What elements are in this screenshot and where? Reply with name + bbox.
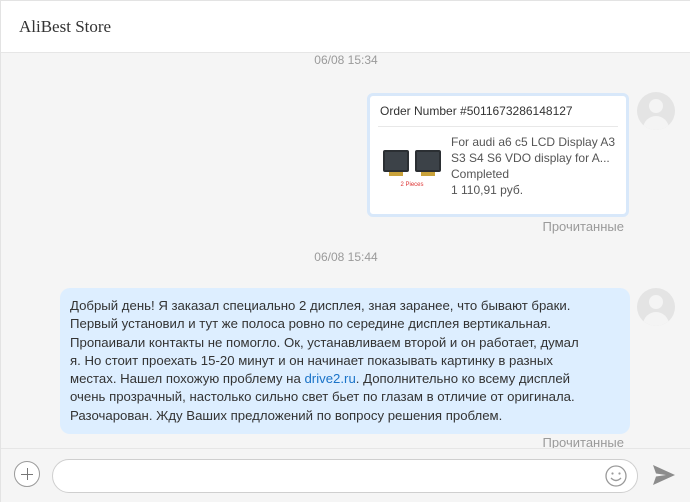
timestamp: 06/08 15:44 — [314, 250, 378, 264]
store-title[interactable]: AliBest Store — [19, 17, 111, 37]
message-text: . Дополнительно ко всему дисплей — [355, 371, 571, 387]
thumb-caption: 2 Pieces — [400, 182, 423, 188]
message-line: Разочарован. Жду Ваших предложений по во… — [70, 407, 503, 423]
timestamp: 06/08 15:34 — [314, 53, 378, 67]
order-status: Completed — [451, 167, 510, 181]
product-thumbnail[interactable]: 2 Pieces — [380, 144, 444, 192]
order-number[interactable]: Order Number #5011673286148127 — [380, 104, 573, 118]
product-name[interactable]: For audi a6 c5 LCD Display A3 S3 S4 S6 V… — [451, 134, 623, 166]
read-status: Прочитанные — [542, 435, 624, 448]
message-text: местах. Нашел похожую проблему на — [70, 371, 305, 387]
message-list[interactable]: 06/08 15:34 Order Number #50116732861481… — [1, 53, 690, 448]
user-avatar-icon — [637, 288, 675, 326]
user-avatar-icon — [637, 92, 675, 130]
message-line: Первый установил и тут же полоса ровно п… — [70, 316, 551, 332]
message-line: Пропаивали контакты не помогло. Ок, уста… — [70, 334, 579, 350]
smiley-icon[interactable] — [604, 464, 628, 488]
message-line: Добрый день! Я заказал специально 2 дисп… — [70, 298, 571, 313]
message-input[interactable] — [67, 467, 597, 487]
paper-plane-icon[interactable] — [651, 463, 677, 487]
message-input-box[interactable] — [52, 459, 638, 493]
message-line: очень прозрачный, настолько сильно свет … — [70, 389, 575, 405]
chat-window: AliBest Store 06/08 15:34 Order Number #… — [0, 0, 690, 502]
message-line: местах. Нашел похожую проблему на drive2… — [70, 370, 620, 388]
order-price: 1 110,91 руб. — [451, 183, 524, 197]
read-status: Прочитанные — [542, 219, 624, 234]
message-link[interactable]: drive2.ru — [304, 371, 355, 386]
plus-circle-icon[interactable] — [14, 461, 40, 487]
product-info: For audi a6 c5 LCD Display A3 S3 S4 S6 V… — [451, 134, 623, 198]
message-line: я. Но стоит проехать 15-20 минут и он на… — [70, 352, 553, 368]
divider — [378, 126, 618, 127]
chat-header: AliBest Store — [1, 1, 690, 53]
composer — [1, 448, 690, 502]
message-bubble[interactable]: Добрый день! Я заказал специально 2 дисп… — [60, 288, 630, 434]
order-card[interactable]: Order Number #5011673286148127 2 Pieces … — [367, 93, 629, 217]
